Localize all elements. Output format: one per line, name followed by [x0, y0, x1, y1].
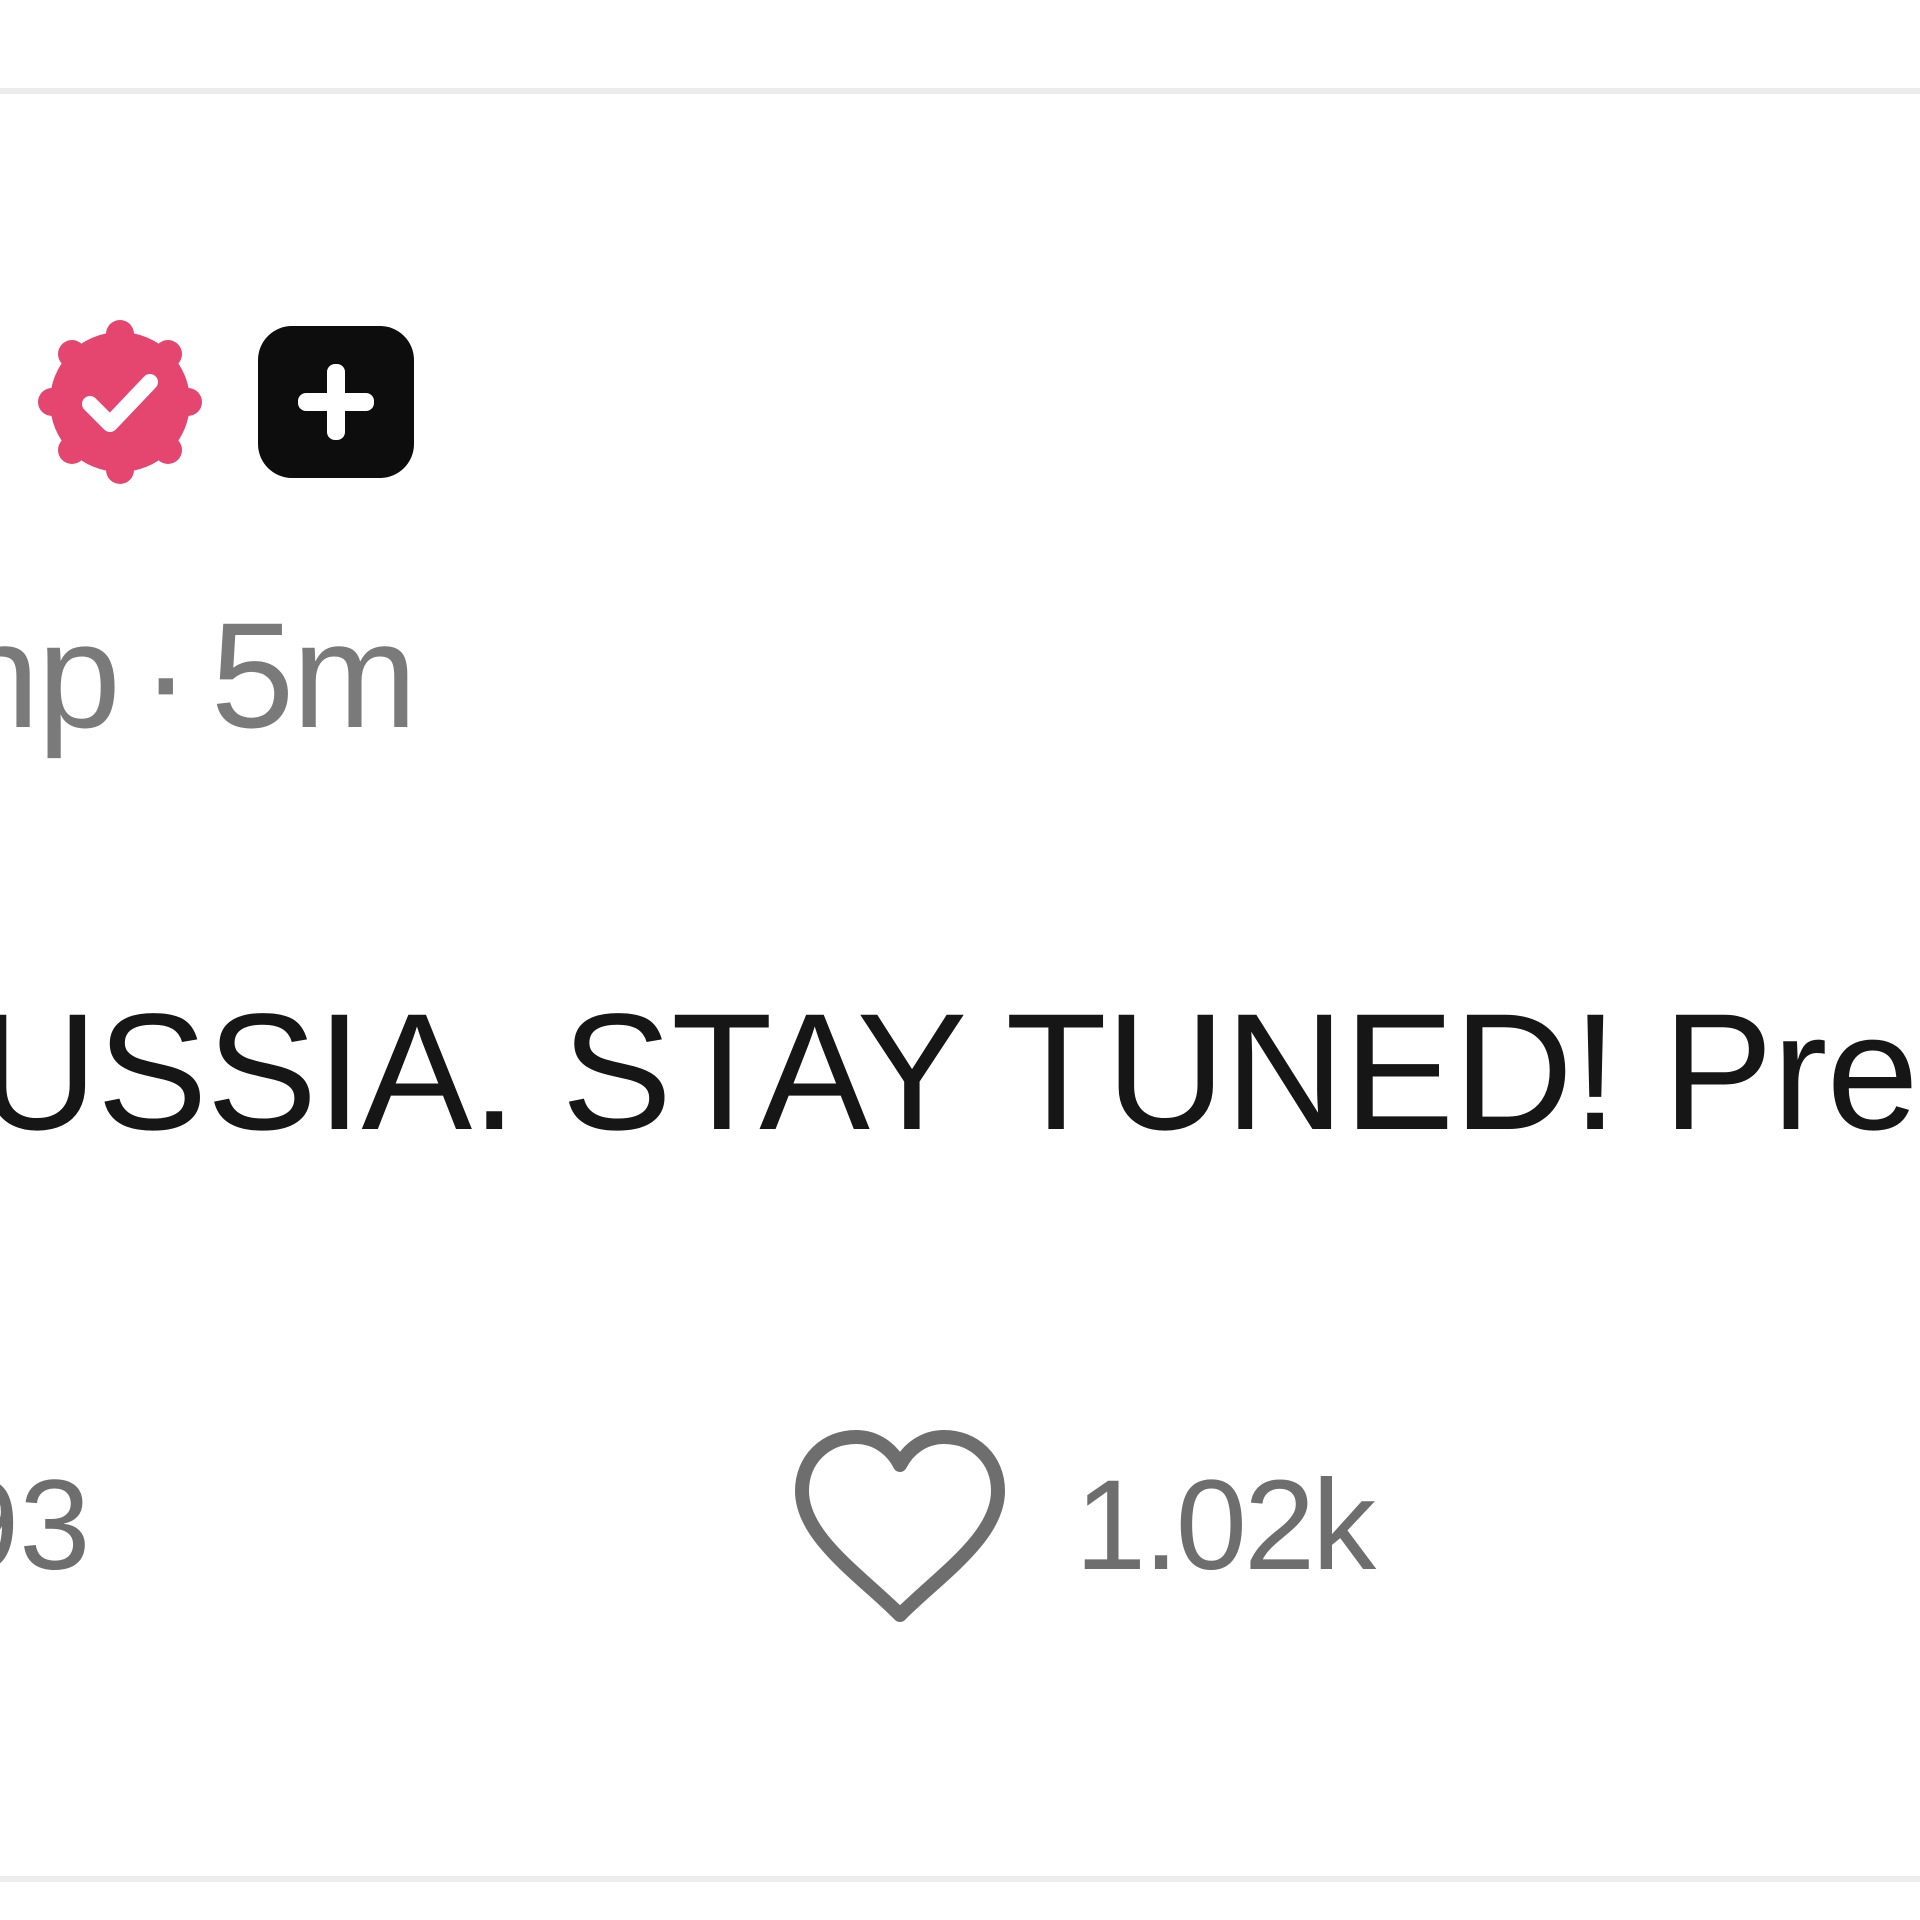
follow-add-button[interactable] [258, 326, 414, 478]
post-timestamp: 5m [210, 591, 417, 759]
like-button[interactable] [790, 1425, 1010, 1635]
plus-icon [298, 364, 374, 440]
reply-count: 93 [0, 1454, 91, 1597]
meta-separator: · [140, 591, 191, 759]
heart-icon [795, 1430, 1005, 1622]
like-count: 1.02k [1075, 1454, 1376, 1597]
post-meta: np·5m [0, 591, 417, 759]
bottom-divider [0, 1876, 1920, 1882]
post-body-text: USSIA. STAY TUNED! Pre [0, 980, 1919, 1165]
verified-check-icon [38, 320, 202, 484]
author-handle[interactable]: np [0, 591, 121, 759]
